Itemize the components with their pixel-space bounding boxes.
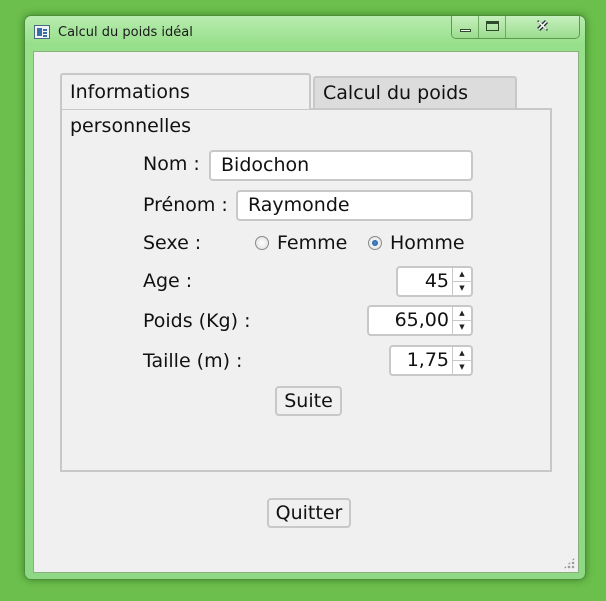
maximize-button[interactable] [479, 16, 506, 38]
poids-value: 65,00 [394, 309, 449, 331]
age-label: Age : [143, 270, 193, 292]
minimize-icon [460, 29, 471, 32]
prenom-field[interactable]: Raymonde [236, 190, 473, 221]
poids-spin-down-icon[interactable]: ▼ [453, 321, 471, 335]
taille-spinbox[interactable]: 1,75 ▲ ▼ [389, 345, 473, 376]
nom-label: Nom : [143, 153, 200, 175]
maximize-icon [486, 21, 499, 31]
tab-calcul-poids-ideal[interactable]: Calcul du poids idéal [313, 76, 517, 134]
nom-field[interactable]: Bidochon [209, 150, 473, 181]
radio-dot-icon [372, 240, 378, 246]
caption-buttons: ✕ [451, 16, 580, 39]
sexe-label: Sexe : [143, 232, 202, 254]
tab-informations-personnelles[interactable]: Informations personnelles [60, 73, 311, 137]
close-button[interactable]: ✕ [506, 16, 579, 38]
app-window: Calcul du poids idéal ✕ Informations per… [24, 15, 586, 580]
radio-femme-label[interactable]: Femme [277, 232, 347, 254]
taille-value: 1,75 [406, 349, 449, 371]
poids-label: Poids (Kg) : [143, 310, 251, 332]
age-spin-arrows: ▲ ▼ [452, 268, 471, 295]
app-window-icon [34, 25, 50, 39]
poids-spin-arrows: ▲ ▼ [452, 307, 471, 334]
taille-spin-arrows: ▲ ▼ [452, 347, 471, 374]
age-spinbox[interactable]: 45 ▲ ▼ [396, 266, 473, 297]
quit-button[interactable]: Quitter [267, 498, 351, 528]
taille-spin-down-icon[interactable]: ▼ [453, 361, 471, 375]
close-icon: ✕ [536, 17, 549, 35]
title-bar[interactable]: Calcul du poids idéal ✕ [25, 16, 585, 50]
age-value: 45 [424, 270, 449, 292]
suite-button[interactable]: Suite [275, 386, 342, 416]
window-title: Calcul du poids idéal [58, 25, 193, 40]
resize-grip-icon[interactable] [563, 557, 575, 569]
taille-label: Taille (m) : [143, 350, 243, 372]
radio-homme-label[interactable]: Homme [390, 232, 465, 254]
tab-panel: Nom : Bidochon Prénom : Raymonde Sexe : … [60, 108, 552, 472]
poids-spin-up-icon[interactable]: ▲ [453, 307, 471, 321]
minimize-button[interactable] [452, 16, 479, 38]
radio-homme[interactable] [368, 236, 382, 250]
radio-femme[interactable] [255, 236, 269, 250]
client-area: Informations personnelles Calcul du poid… [33, 51, 579, 573]
prenom-label: Prénom : [143, 194, 228, 216]
poids-spinbox[interactable]: 65,00 ▲ ▼ [367, 305, 473, 336]
taille-spin-up-icon[interactable]: ▲ [453, 347, 471, 361]
age-spin-down-icon[interactable]: ▼ [453, 282, 471, 296]
age-spin-up-icon[interactable]: ▲ [453, 268, 471, 282]
